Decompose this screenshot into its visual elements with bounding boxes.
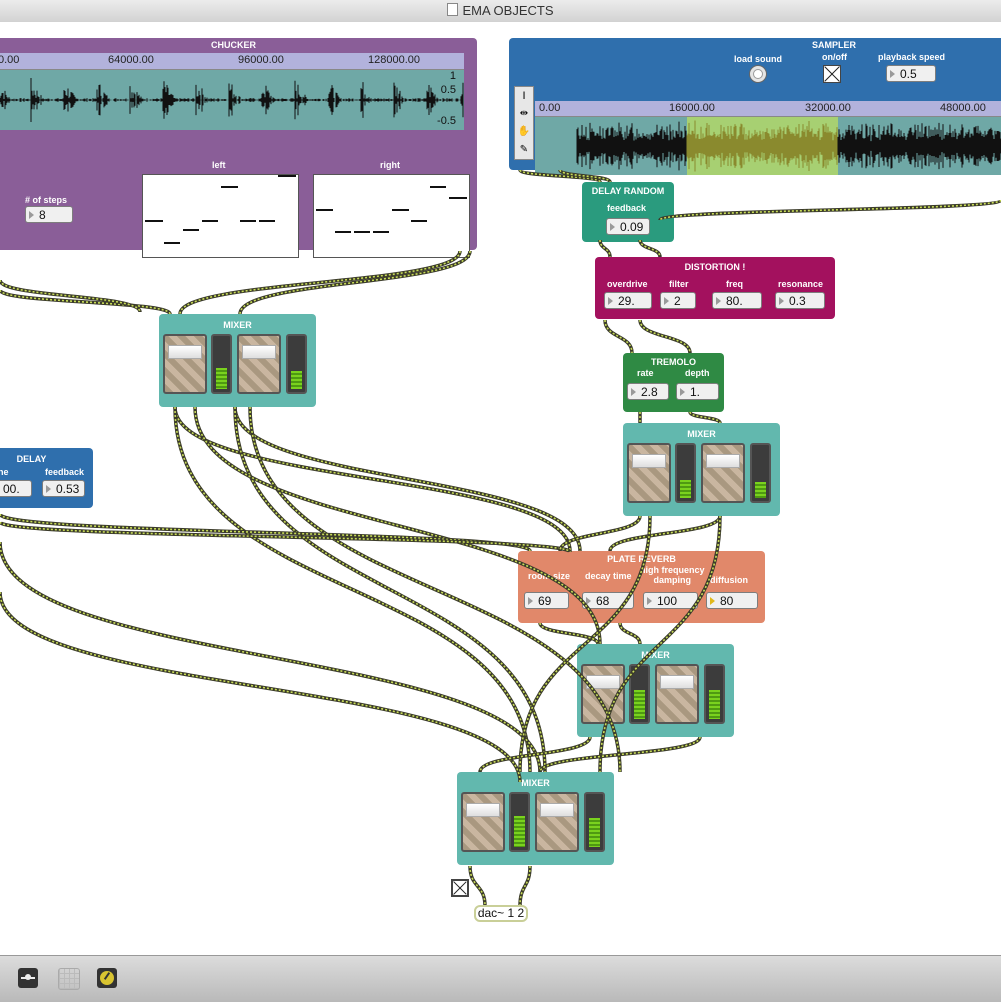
patch-cord[interactable]: [603, 319, 634, 354]
dsp-toggle[interactable]: [451, 879, 469, 897]
patch-cord-highlight: [0, 591, 521, 783]
patch-cord-highlight: [0, 541, 541, 773]
presentation-toggle-icon[interactable]: [18, 968, 38, 988]
dsp-power-icon[interactable]: [97, 968, 117, 988]
patch-cord[interactable]: [0, 288, 172, 316]
patch-cord[interactable]: [618, 622, 642, 645]
patch-cord[interactable]: [178, 250, 462, 315]
patch-cords: [0, 168, 1001, 907]
patch-cord-highlight: [469, 865, 486, 907]
patch-cord[interactable]: [598, 515, 722, 773]
window-title: EMA OBJECTS: [462, 3, 554, 18]
dac-object[interactable]: dac~ 1 2: [474, 905, 528, 922]
patch-cord[interactable]: [478, 736, 592, 773]
patch-cord-highlight: [249, 406, 621, 773]
grid-icon[interactable]: [58, 968, 80, 990]
patch-cord[interactable]: [598, 239, 612, 258]
patch-cord[interactable]: [638, 319, 692, 354]
document-icon: [447, 3, 459, 16]
patch-cord[interactable]: [173, 406, 572, 552]
dac-label: dac~ 1 2: [477, 906, 525, 920]
patch-cord[interactable]: [238, 250, 472, 315]
patch-cord[interactable]: [658, 198, 1001, 222]
bottom-toolbar: [0, 955, 1001, 1002]
window-titlebar: EMA OBJECTS: [0, 0, 1001, 23]
patch-cord[interactable]: [608, 515, 722, 552]
patch-canvas[interactable]: CHUCKER 0.00 64000.00 96000.00 128000.00…: [0, 22, 1001, 955]
patch-cord-highlight: [639, 239, 661, 258]
